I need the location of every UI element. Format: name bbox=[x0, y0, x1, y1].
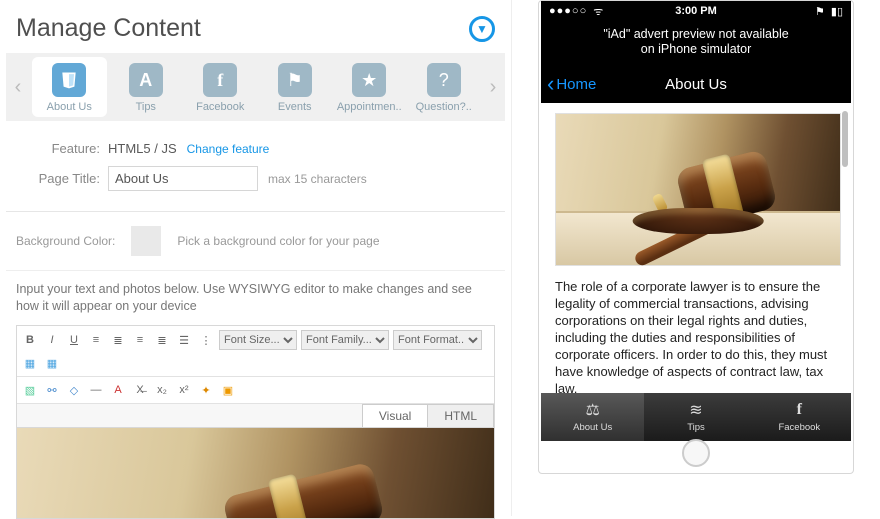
facebook-icon: f bbox=[797, 401, 802, 419]
question-icon: ? bbox=[427, 63, 461, 97]
align-justify-button[interactable]: ≣ bbox=[153, 331, 171, 349]
text-icon: A bbox=[129, 63, 163, 97]
tab-label: About Us bbox=[34, 101, 105, 113]
flag-icon: ⚑ bbox=[278, 63, 312, 97]
status-bar: ●●●○○ᯤ 3:00 PM ⚑▮▯ bbox=[541, 1, 851, 21]
feature-tab-strip: ‹ About Us A Tips f Facebook ⚑ Events ★ … bbox=[6, 53, 505, 121]
nav-bar: ‹Home About Us bbox=[541, 65, 851, 103]
chevron-left-icon[interactable]: ‹ bbox=[6, 76, 30, 99]
editor-mode-tabs: Visual HTML bbox=[17, 404, 494, 428]
panel-header: Manage Content ▼ bbox=[6, 10, 505, 53]
about-paragraph: The role of a corporate lawyer is to ens… bbox=[555, 278, 841, 393]
editor-canvas[interactable] bbox=[17, 428, 494, 518]
page-title: Manage Content bbox=[16, 14, 201, 43]
link-button[interactable]: ⚯ bbox=[43, 381, 61, 399]
phone-tab-bar: ⚖ About Us ≋ Tips f Facebook bbox=[541, 393, 851, 441]
hr-button[interactable]: — bbox=[87, 381, 105, 399]
page-title-hint: max 15 characters bbox=[268, 172, 367, 186]
page-title-input[interactable] bbox=[108, 166, 258, 191]
calendar-star-icon: ★ bbox=[352, 63, 386, 97]
feature-value: HTML5 / JS bbox=[108, 141, 177, 156]
change-feature-link[interactable]: Change feature bbox=[187, 142, 270, 156]
gavel-image bbox=[17, 428, 494, 518]
background-color-hint: Pick a background color for your page bbox=[177, 234, 379, 248]
ordered-list-button[interactable]: ☰ bbox=[175, 331, 193, 349]
stack-icon: ≋ bbox=[689, 401, 702, 419]
text-color-button[interactable]: A bbox=[109, 381, 127, 399]
indent-button[interactable]: ▦ bbox=[21, 354, 39, 372]
gavel-image bbox=[555, 113, 841, 266]
font-format-select[interactable]: Font Format.. bbox=[393, 330, 482, 350]
gavel-icon: ⚖ bbox=[585, 401, 599, 419]
align-left-button[interactable]: ≡ bbox=[87, 331, 105, 349]
editor-instructions: Input your text and photos below. Use WY… bbox=[6, 271, 505, 325]
wysiwyg-editor: B I U ≡ ≣ ≡ ≣ ☰ ⋮ Font Size... Font Fami… bbox=[16, 325, 495, 519]
dropdown-toggle-icon[interactable]: ▼ bbox=[469, 16, 495, 42]
alarm-icon: ⚑ bbox=[815, 5, 825, 18]
preview-panel: ●●●○○ᯤ 3:00 PM ⚑▮▯ "iAd" advert preview … bbox=[512, 0, 880, 516]
paste-button[interactable]: ▣ bbox=[219, 381, 237, 399]
background-color-label: Background Color: bbox=[16, 234, 115, 248]
tab-label: Appointmen.. bbox=[334, 101, 405, 113]
tab-label: Tips bbox=[111, 101, 182, 113]
sup-button[interactable]: x² bbox=[175, 381, 193, 399]
image-button[interactable]: ▧ bbox=[21, 381, 39, 399]
signal-icon: ●●●○○ bbox=[549, 5, 587, 17]
phone-tab-about[interactable]: ⚖ About Us bbox=[541, 393, 644, 441]
feature-form: Feature: HTML5 / JS Change feature Page … bbox=[6, 121, 505, 212]
phone-tab-label: About Us bbox=[573, 422, 612, 433]
tab-label: Facebook bbox=[185, 101, 256, 113]
mode-html[interactable]: HTML bbox=[427, 404, 494, 427]
tab-question[interactable]: ? Question?.. bbox=[407, 57, 482, 117]
phone-tab-label: Facebook bbox=[778, 422, 820, 433]
tab-events[interactable]: ⚑ Events bbox=[258, 57, 333, 117]
sub-button[interactable]: x₂ bbox=[153, 381, 171, 399]
home-button[interactable] bbox=[682, 439, 710, 467]
iad-line1: "iAd" advert preview not available bbox=[541, 27, 851, 42]
outdent-button[interactable]: ▦ bbox=[43, 354, 61, 372]
editor-toolbar-2: ▧ ⚯ ◇ — A X̶ x₂ x² ✦ ▣ bbox=[17, 377, 494, 404]
battery-icon: ▮▯ bbox=[831, 5, 843, 18]
phone-tab-label: Tips bbox=[687, 422, 705, 433]
strike-button[interactable]: X̶ bbox=[131, 381, 149, 399]
underline-button[interactable]: U bbox=[65, 331, 83, 349]
italic-button[interactable]: I bbox=[43, 331, 61, 349]
clear-button[interactable]: ✦ bbox=[197, 381, 215, 399]
facebook-icon: f bbox=[203, 63, 237, 97]
font-size-select[interactable]: Font Size... bbox=[219, 330, 297, 350]
editor-toolbar-1: B I U ≡ ≣ ≡ ≣ ☰ ⋮ Font Size... Font Fami… bbox=[17, 326, 494, 377]
code-button[interactable]: ◇ bbox=[65, 381, 83, 399]
preview-content[interactable]: The role of a corporate lawyer is to ens… bbox=[541, 103, 851, 393]
page-title-label: Page Title: bbox=[16, 171, 108, 186]
tab-tips[interactable]: A Tips bbox=[109, 57, 184, 117]
tab-label: Events bbox=[260, 101, 331, 113]
phone-tab-facebook[interactable]: f Facebook bbox=[748, 393, 851, 441]
tab-label: Question?.. bbox=[409, 101, 480, 113]
tab-about-us[interactable]: About Us bbox=[32, 57, 107, 117]
tab-appointments[interactable]: ★ Appointmen.. bbox=[332, 57, 407, 117]
chevron-right-icon[interactable]: › bbox=[481, 76, 505, 99]
feature-label: Feature: bbox=[16, 141, 108, 156]
background-color-row: Background Color: Pick a background colo… bbox=[6, 212, 505, 271]
content-editor-panel: Manage Content ▼ ‹ About Us A Tips f Fac… bbox=[0, 0, 512, 516]
bold-button[interactable]: B bbox=[21, 331, 39, 349]
font-family-select[interactable]: Font Family... bbox=[301, 330, 389, 350]
html5-icon bbox=[52, 63, 86, 97]
iad-line2: on iPhone simulator bbox=[541, 42, 851, 57]
align-center-button[interactable]: ≣ bbox=[109, 331, 127, 349]
unordered-list-button[interactable]: ⋮ bbox=[197, 331, 215, 349]
tab-facebook[interactable]: f Facebook bbox=[183, 57, 258, 117]
nav-title: About Us bbox=[541, 76, 851, 93]
phone-tab-tips[interactable]: ≋ Tips bbox=[644, 393, 747, 441]
iad-banner: "iAd" advert preview not available on iP… bbox=[541, 21, 851, 65]
wifi-icon: ᯤ bbox=[593, 4, 603, 19]
align-right-button[interactable]: ≡ bbox=[131, 331, 149, 349]
phone-frame: ●●●○○ᯤ 3:00 PM ⚑▮▯ "iAd" advert preview … bbox=[538, 0, 854, 474]
background-color-swatch[interactable] bbox=[131, 226, 161, 256]
mode-visual[interactable]: Visual bbox=[362, 404, 427, 427]
